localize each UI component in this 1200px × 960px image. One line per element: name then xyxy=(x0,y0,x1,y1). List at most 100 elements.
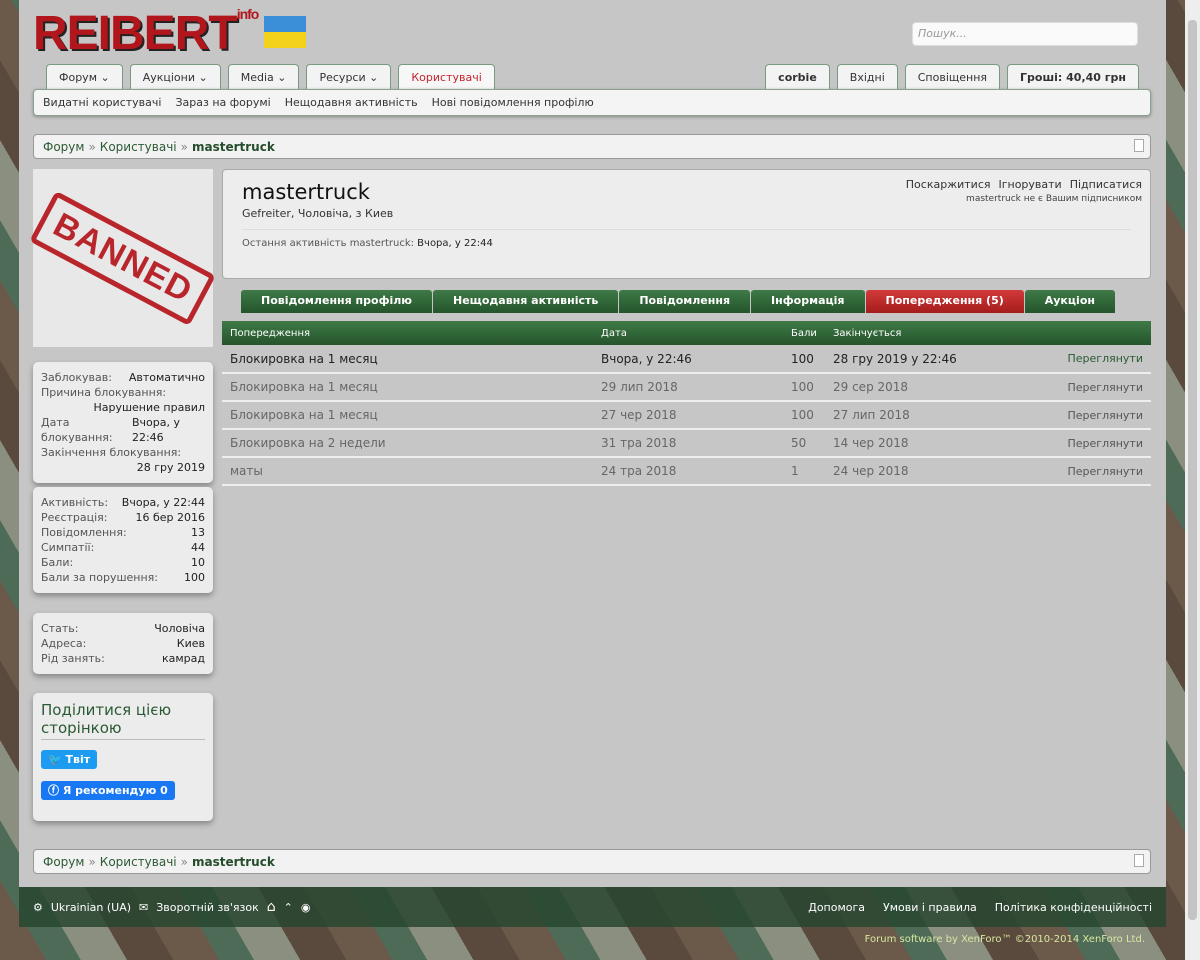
subnav-recent-activity[interactable]: Нещодавня активність xyxy=(285,96,418,109)
table-row: Блокировка на 1 месяц Вчора, у 22:46 100 28… xyxy=(222,345,1151,374)
view-link[interactable]: Переглянути xyxy=(1022,457,1151,486)
profile-tab[interactable]: Нещодавня активність xyxy=(433,290,619,313)
profile-header: mastertruck Gefreiter, Чоловіча, з Киев … xyxy=(222,169,1151,279)
stats-panel: Активність: Вчора, у 22:44 Реєстрація: 16 б… xyxy=(33,487,213,593)
value: Киев xyxy=(176,637,205,650)
col-date: Дата xyxy=(593,321,783,345)
user-title: Gefreiter, Чоловіча, з Киев xyxy=(242,207,394,220)
cell: 1 xyxy=(783,457,825,486)
value: камрад xyxy=(161,652,205,665)
facebook-icon: ⓕ xyxy=(48,784,63,797)
money-button[interactable]: Гроші: 40,40 грн xyxy=(1007,64,1139,90)
scrollbar[interactable] xyxy=(1185,0,1200,960)
table-row: Блокировка на 1 месяц 27 чер 2018 100 27 ли… xyxy=(222,401,1151,430)
label: Закінчення блокування: xyxy=(41,446,182,459)
follow-link[interactable]: Підписатися xyxy=(1070,178,1142,191)
inbox-button[interactable]: Вхідні xyxy=(836,64,898,90)
cell: 31 тра 2018 xyxy=(593,429,783,458)
label: Активність: xyxy=(41,496,109,509)
subnav-new-profile-posts[interactable]: Нові повідомлення профілю xyxy=(432,96,594,109)
crumb-current[interactable]: mastertruck xyxy=(192,140,275,154)
home-icon[interactable]: ⌂ xyxy=(267,899,276,915)
ignore-link[interactable]: Ігнорувати xyxy=(998,178,1061,191)
last-activity-value: Вчора, у 22:44 xyxy=(417,238,493,249)
gear-icon: ⚙ xyxy=(33,900,43,914)
cell: маты xyxy=(222,457,593,486)
cell: 27 лип 2018 xyxy=(825,401,1023,430)
cell: 50 xyxy=(783,429,825,458)
cell: 100 xyxy=(783,373,825,402)
cell: 29 сер 2018 xyxy=(825,373,1023,402)
view-link[interactable]: Переглянути xyxy=(1022,345,1151,374)
value: Нарушение правил xyxy=(93,401,205,414)
cell: 29 лип 2018 xyxy=(593,373,783,402)
nav-tab-media[interactable]: Media ⌄ xyxy=(227,64,300,90)
profile-tab[interactable]: Аукціон xyxy=(1024,290,1115,313)
stat-row: Симпатії: 44 xyxy=(41,540,205,555)
subnav-notable-members[interactable]: Видатні користувачі xyxy=(43,96,161,109)
warnings-table: Попередження Дата Бали Закінчується Блок… xyxy=(222,321,1151,486)
rss-icon[interactable]: ◉ xyxy=(301,901,311,914)
breadcrumb: Форум» Користувачі» mastertruck xyxy=(33,134,1151,159)
fb-label: Я рекомендую 0 xyxy=(62,784,168,797)
view-link[interactable]: Переглянути xyxy=(1022,429,1151,458)
contact-link[interactable]: Зворотній зв'язок xyxy=(156,901,258,914)
label: Повідомлення: xyxy=(41,526,127,539)
nav-tab-auctions[interactable]: Аукціони ⌄ xyxy=(129,64,221,90)
search-input[interactable]: Пошук... xyxy=(912,22,1138,46)
value: 28 гру 2019 xyxy=(136,461,205,474)
cell: 28 гру 2019 у 22:46 xyxy=(825,345,1023,374)
subnav-online-now[interactable]: Зараз на форумі xyxy=(175,96,270,109)
cell: 14 чер 2018 xyxy=(825,429,1023,458)
value: 16 бер 2016 xyxy=(135,511,205,524)
crumb-forum[interactable]: Форум xyxy=(43,855,84,869)
report-link[interactable]: Поскаржитися xyxy=(906,178,991,191)
value: 44 xyxy=(191,541,205,554)
profile-tab[interactable]: Попередження (5) xyxy=(865,290,1024,313)
crumb-users[interactable]: Користувачі xyxy=(100,855,177,869)
alerts-button[interactable]: Сповіщення xyxy=(904,64,1001,90)
privacy-link[interactable]: Політика конфіденційності xyxy=(995,901,1152,914)
terms-link[interactable]: Умови і правила xyxy=(883,901,977,914)
label: Дата блокування: xyxy=(41,416,113,444)
share-panel: Поділитися цією сторінкою 🐦 Твіт ⓕ Я рек… xyxy=(33,693,213,821)
facebook-like-button[interactable]: ⓕ Я рекомендую 0 xyxy=(41,781,175,800)
document-icon xyxy=(1134,139,1144,152)
banned-stamp: BANNED xyxy=(29,190,217,326)
nav-tab-resources[interactable]: Ресурси ⌄ xyxy=(306,64,392,90)
stat-row: Активність: Вчора, у 22:44 xyxy=(41,495,205,510)
stat-row: Бали за порушення: 100 xyxy=(41,570,205,585)
value: Автоматично xyxy=(128,371,205,384)
nav-tab-forum[interactable]: Форум ⌄ xyxy=(46,64,123,90)
tweet-label: Твіт xyxy=(65,753,91,766)
site-logo[interactable]: REIBERTinfo xyxy=(33,6,259,61)
language-link[interactable]: Ukrainian (UA) xyxy=(51,901,131,914)
tweet-button[interactable]: 🐦 Твіт xyxy=(41,750,98,769)
footer: ⚙ Ukrainian (UA) ✉ Зворотній зв'язок ⌂ ⌃ ◉… xyxy=(19,887,1166,927)
cell: 24 тра 2018 xyxy=(593,457,783,486)
value: Чоловіча xyxy=(154,622,205,635)
cell: Блокировка на 1 месяц xyxy=(222,373,593,402)
profile-tab[interactable]: Повідомлення профілю xyxy=(241,290,433,313)
profile-tab[interactable]: Повідомлення xyxy=(619,290,751,313)
copyright[interactable]: Forum software by XenForo™ ©2010-2014 Xe… xyxy=(865,934,1145,945)
scroll-top-icon[interactable]: ⌃ xyxy=(284,901,293,914)
label: Заблокував: xyxy=(41,371,112,384)
ban-info-panel: Заблокував: Автоматично Причина блокуванн… xyxy=(33,362,213,483)
label: Причина блокування: xyxy=(41,386,167,399)
profile-tab[interactable]: Інформація xyxy=(751,290,865,313)
value: Вчора, у 22:46 xyxy=(131,416,180,444)
crumb-forum[interactable]: Форум xyxy=(43,140,84,154)
ukraine-flag-icon xyxy=(264,16,306,48)
value: 13 xyxy=(191,526,205,539)
col-expires: Закінчується xyxy=(825,321,1023,345)
crumb-users[interactable]: Користувачі xyxy=(100,140,177,154)
help-link[interactable]: Допомога xyxy=(808,901,865,914)
nav-tab-users[interactable]: Користувачі xyxy=(398,64,495,92)
label: Симпатії: xyxy=(41,541,95,554)
avatar[interactable]: BANNED xyxy=(29,169,217,347)
crumb-current[interactable]: mastertruck xyxy=(192,855,275,869)
view-link[interactable]: Переглянути xyxy=(1022,373,1151,402)
view-link[interactable]: Переглянути xyxy=(1022,401,1151,430)
account-button[interactable]: corbie xyxy=(765,64,830,90)
